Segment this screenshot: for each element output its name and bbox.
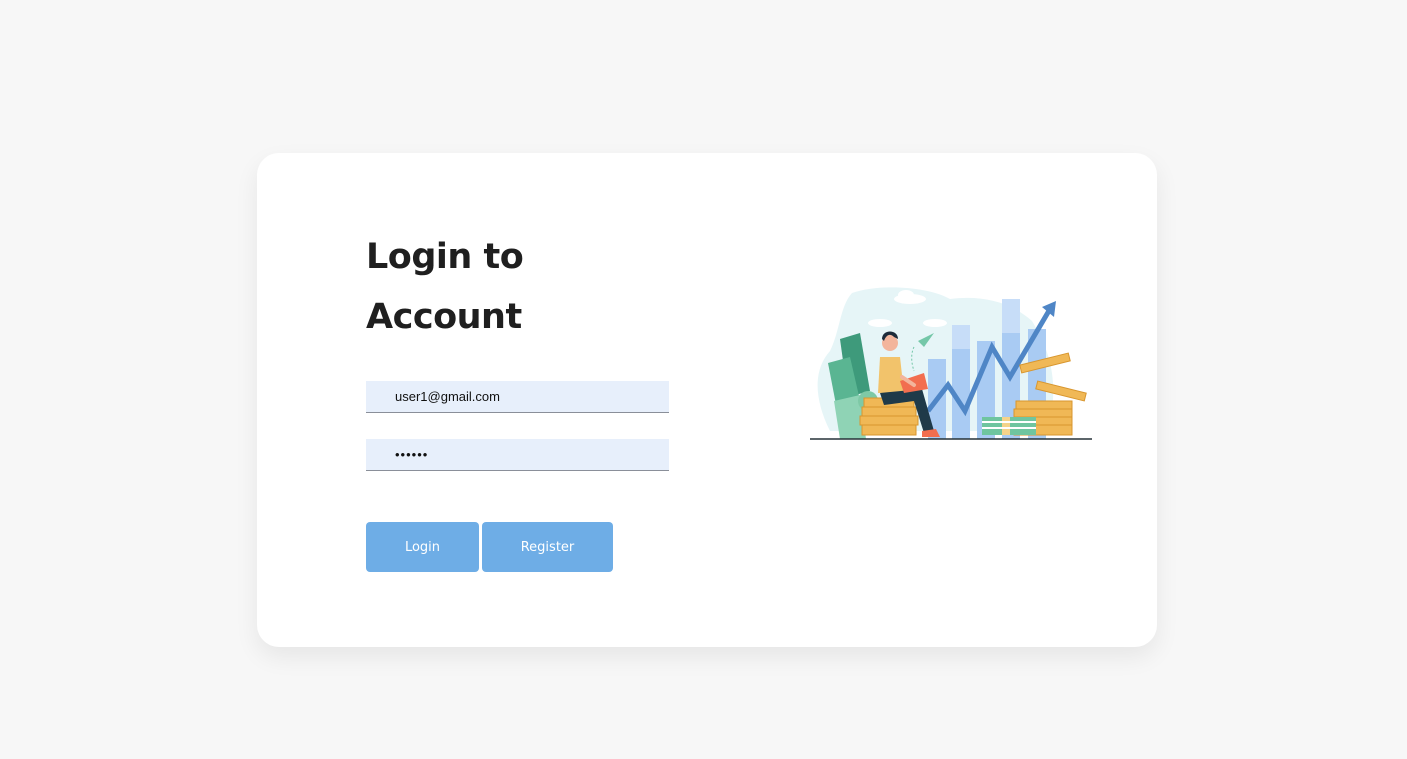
title-line-1: Login to	[366, 237, 524, 277]
password-field[interactable]	[366, 439, 669, 471]
title-line-2: Account	[366, 297, 522, 337]
finance-growth-illustration	[810, 287, 1092, 440]
login-card: Login to Account Login Register	[257, 153, 1157, 647]
login-button[interactable]: Login	[366, 522, 479, 572]
email-field[interactable]	[366, 381, 669, 413]
register-button[interactable]: Register	[482, 522, 613, 572]
page-title: Login to Account	[366, 227, 524, 347]
cash-stack-icon	[982, 417, 1036, 435]
